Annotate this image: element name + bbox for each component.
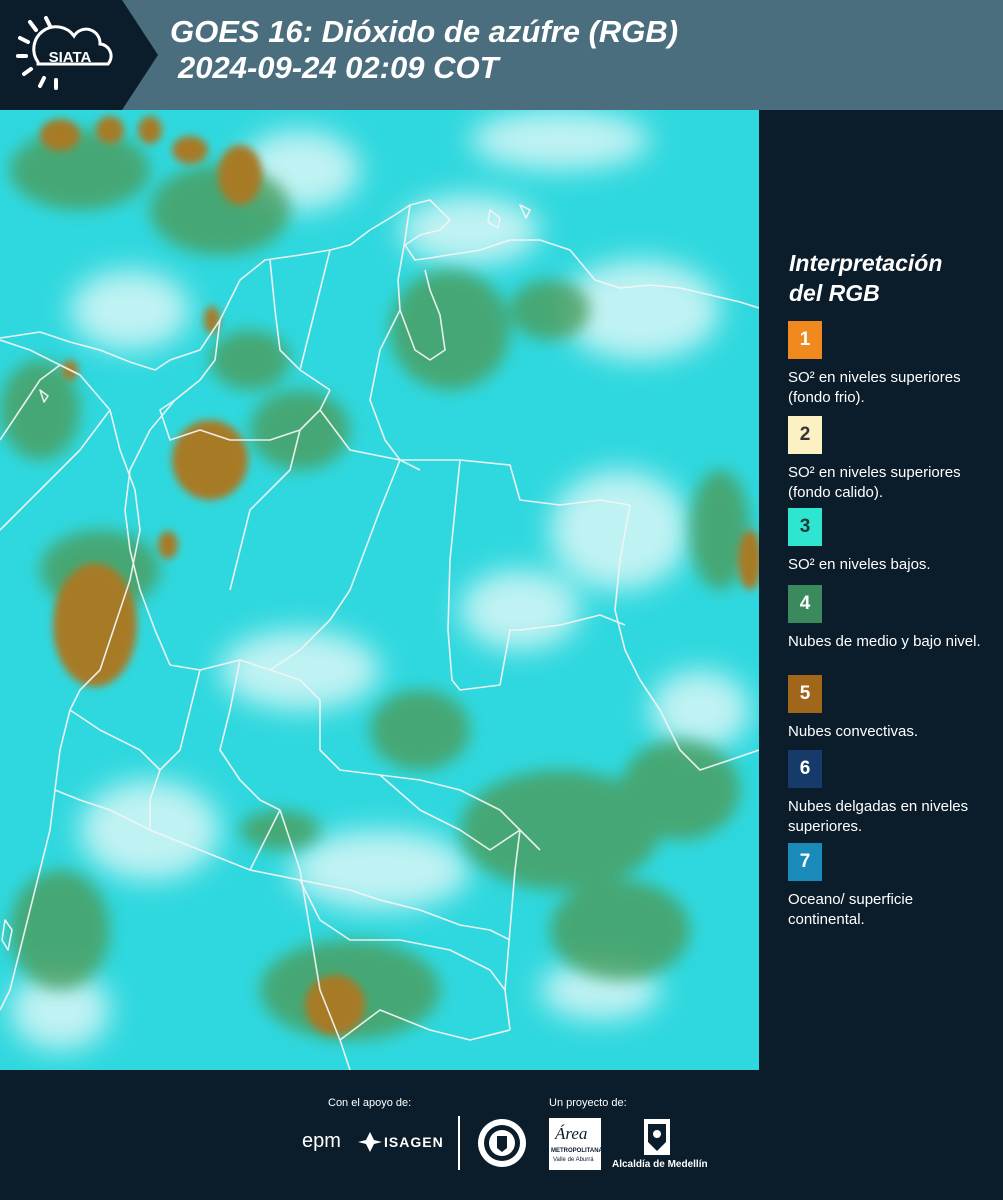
epm-logo: epm xyxy=(302,1130,341,1152)
title-datetime: 2024-09-24 02:09 COT xyxy=(178,50,499,85)
legend-swatch-number: 4 xyxy=(799,593,811,614)
header: SIATA GOES 16: Dióxido de azúfre (RGB) 2… xyxy=(0,0,1003,110)
legend-swatch-2: 2 xyxy=(788,416,822,454)
legend-label: Nubes de medio y bajo nivel. xyxy=(788,633,981,650)
legend-item-4: 4 Nubes de medio y bajo nivel. xyxy=(788,585,988,652)
legend-swatch-number: 3 xyxy=(799,516,811,537)
svg-text:SIATA: SIATA xyxy=(49,49,92,66)
legend-swatch-5: 5 xyxy=(788,675,822,713)
legend-swatch-7: 7 xyxy=(788,843,822,881)
page-title: GOES 16: Dióxido de azúfre (RGB) 2024-09… xyxy=(170,14,678,86)
legend-item-7: 7 Oceano/ superficie continental. xyxy=(788,843,988,930)
isagen-icon xyxy=(358,1132,382,1152)
legend-label: SO² en niveles superiores (fondo calido)… xyxy=(788,464,961,501)
legend-item-1: 1 SO² en niveles superiores (fondo frio)… xyxy=(788,321,988,408)
legend-label: Nubes convectivas. xyxy=(788,723,919,740)
area-metropolitana-line1: METROPOLITANA xyxy=(551,1148,603,1154)
footer: Con el apoyo de: Un proyecto de: epm ISA… xyxy=(0,1070,1003,1200)
legend-swatch-3: 3 xyxy=(788,508,822,546)
seal-icon xyxy=(478,1119,526,1167)
legend-swatch-6: 6 xyxy=(788,750,822,788)
legend-title-line1: Interpretación xyxy=(789,250,943,276)
satellite-image xyxy=(0,110,759,1070)
legend-label: SO² en niveles bajos. xyxy=(788,556,931,573)
footer-divider xyxy=(458,1116,460,1170)
legend-label: Oceano/ superficie continental. xyxy=(788,891,914,928)
siata-logo: SIATA xyxy=(0,0,160,110)
legend-item-6: 6 Nubes delgadas en niveles superiores. xyxy=(788,750,988,837)
legend-swatch-number: 2 xyxy=(799,424,811,445)
legend-item-2: 2 SO² en niveles superiores (fondo calid… xyxy=(788,416,988,503)
legend-swatch-number: 7 xyxy=(799,851,811,872)
area-metropolitana-line2: Valle de Aburrá xyxy=(553,1157,594,1163)
legend-swatch-1: 1 xyxy=(788,321,822,359)
area-metropolitana-script: Área xyxy=(555,1124,588,1143)
coat-of-arms-icon xyxy=(644,1119,670,1155)
isagen-logo: ISAGEN xyxy=(384,1134,444,1150)
legend-swatch-number: 5 xyxy=(799,683,811,704)
area-metropolitana-logo: Área METROPOLITANA Valle de Aburrá xyxy=(549,1118,603,1170)
legend-swatch-number: 1 xyxy=(799,329,811,350)
legend-title: Interpretación del RGB xyxy=(789,248,942,308)
support-caption: Con el apoyo de: xyxy=(328,1097,412,1109)
alcaldia-label: Alcaldía de Medellín xyxy=(612,1159,708,1170)
legend-swatch-4: 4 xyxy=(788,585,822,623)
satellite-map[interactable] xyxy=(0,110,759,1070)
legend-panel: Interpretación del RGB 1 SO² en niveles … xyxy=(759,110,1003,1070)
legend-label: SO² en niveles superiores (fondo frio). xyxy=(788,369,961,406)
legend-title-line2: del RGB xyxy=(789,280,880,306)
legend-label: Nubes delgadas en niveles superiores. xyxy=(788,798,969,835)
project-caption: Un proyecto de: xyxy=(549,1097,627,1109)
legend-item-5: 5 Nubes convectivas. xyxy=(788,675,988,742)
legend-swatch-number: 6 xyxy=(799,758,811,779)
legend-item-3: 3 SO² en niveles bajos. xyxy=(788,508,988,575)
title-product: GOES 16: Dióxido de azúfre (RGB) xyxy=(170,14,679,49)
